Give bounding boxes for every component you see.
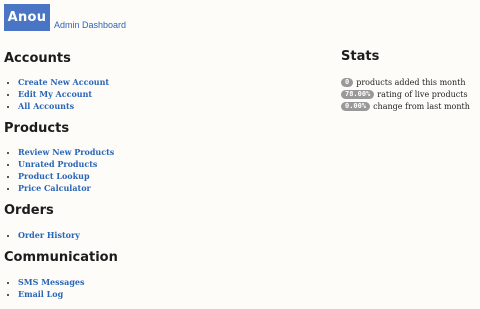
list-item: All Accounts xyxy=(18,100,109,112)
all-accounts-link[interactable]: All Accounts xyxy=(18,101,74,111)
stat-badge: 0 xyxy=(341,77,354,87)
list-item: Unrated Products xyxy=(18,158,114,170)
list-item: SMS Messages xyxy=(18,276,85,288)
create-new-account-link[interactable]: Create New Account xyxy=(18,77,109,87)
accounts-list: Create New Account Edit My Account All A… xyxy=(4,76,109,112)
price-calculator-link[interactable]: Price Calculator xyxy=(18,183,91,193)
list-item: Edit My Account xyxy=(18,88,109,100)
order-history-link[interactable]: Order History xyxy=(18,230,80,240)
products-heading: Products xyxy=(4,121,70,136)
header: Anou Admin Dashboard xyxy=(4,4,126,31)
logo[interactable]: Anou xyxy=(4,4,50,31)
admin-dashboard-link[interactable]: Admin Dashboard xyxy=(54,20,126,30)
list-item: Email Log xyxy=(18,288,85,300)
stat-row: 78.00% rating of live products xyxy=(341,89,468,99)
list-item: Create New Account xyxy=(18,76,109,88)
stat-row: 0.00% change from last month xyxy=(341,101,470,111)
products-list: Review New Products Unrated Products Pro… xyxy=(4,146,114,194)
list-item: Order History xyxy=(18,229,80,241)
list-item: Review New Products xyxy=(18,146,114,158)
stat-label: change from last month xyxy=(373,101,470,111)
stat-row: 0 products added this month xyxy=(341,77,466,87)
list-item: Product Lookup xyxy=(18,170,114,182)
stats-heading: Stats xyxy=(341,49,380,64)
orders-list: Order History xyxy=(4,229,80,241)
product-lookup-link[interactable]: Product Lookup xyxy=(18,171,90,181)
stat-label: products added this month xyxy=(356,77,466,87)
communication-heading: Communication xyxy=(4,250,118,265)
accounts-heading: Accounts xyxy=(4,51,71,66)
list-item: Price Calculator xyxy=(18,182,114,194)
unrated-products-link[interactable]: Unrated Products xyxy=(18,159,97,169)
review-new-products-link[interactable]: Review New Products xyxy=(18,147,114,157)
stat-badge: 78.00% xyxy=(341,89,375,99)
edit-my-account-link[interactable]: Edit My Account xyxy=(18,89,92,99)
stat-label: rating of live products xyxy=(377,89,468,99)
communication-list: SMS Messages Email Log xyxy=(4,276,85,300)
email-log-link[interactable]: Email Log xyxy=(18,289,63,299)
stat-badge: 0.00% xyxy=(341,101,371,111)
sms-messages-link[interactable]: SMS Messages xyxy=(18,277,85,287)
orders-heading: Orders xyxy=(4,203,54,218)
